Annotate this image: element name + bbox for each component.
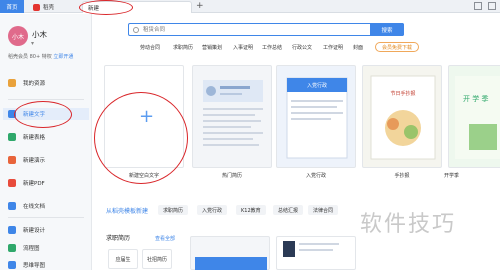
title-bar: 首页 稻壳 新建 + — [0, 0, 500, 13]
presentation-icon — [8, 156, 16, 164]
search-button[interactable]: 搜索 — [370, 23, 404, 36]
chevron-down-icon[interactable]: ▾ — [31, 40, 34, 47]
watermark: 软件技巧 — [360, 212, 457, 237]
category-link[interactable]: 劳动合同 — [140, 44, 160, 51]
blank-document-card[interactable]: + — [104, 65, 184, 168]
sidebar-item-online-doc[interactable]: 在线文档 — [8, 200, 45, 212]
plus-icon: + — [139, 106, 155, 127]
template-card-handwritten[interactable]: 节日手抄报 — [362, 65, 442, 168]
resume-section-title: 求职简历 — [106, 235, 131, 242]
party-thumbnail-title: 入党行政 — [306, 83, 327, 89]
resume-filter-item[interactable]: 社招简历 — [142, 249, 172, 269]
template-chip[interactable]: 入党行政 — [197, 205, 228, 215]
writer-icon — [8, 110, 16, 118]
school-thumbnail — [455, 76, 500, 159]
card-label: 手抄报 — [394, 173, 410, 179]
sidebar-item-new-presentation[interactable]: 新建演示 — [8, 154, 45, 166]
resume-thumbnail — [195, 257, 267, 270]
view-all-link[interactable]: 查看全部 — [155, 235, 175, 242]
template-card-resume[interactable] — [192, 65, 272, 168]
tab-new[interactable]: 新建 — [82, 1, 192, 13]
maximize-icon[interactable] — [488, 2, 496, 10]
sidebar: 小木 小木 ▾ 稻壳会员 80+ 特权 立即开通 我的资源 新建文字 新建表格 … — [0, 14, 92, 270]
member-open-link[interactable]: 立即开通 — [53, 54, 73, 60]
tab-daoke[interactable]: 稻壳 — [28, 1, 78, 13]
template-chip[interactable]: 求职简历 — [158, 205, 189, 215]
mindmap-icon — [8, 261, 16, 269]
spreadsheet-icon — [8, 133, 16, 141]
card-label: 热门简历 — [221, 173, 242, 179]
template-chip[interactable]: K12教育 — [236, 205, 266, 215]
member-banner: 稻壳会员 80+ 特权 立即开通 — [8, 53, 73, 60]
sidebar-item-mindmap[interactable]: 思维导图 — [8, 259, 45, 270]
sidebar-item-label: 新建设计 — [23, 228, 46, 234]
sidebar-item-label: 新建演示 — [23, 158, 46, 164]
sidebar-item-label: 流程图 — [23, 246, 40, 252]
sidebar-item-new-writer[interactable]: 新建文字 — [3, 108, 89, 120]
card-label: 新建空白文字 — [128, 173, 159, 179]
sidebar-item-label: 新建PDF — [23, 181, 45, 187]
design-icon — [8, 226, 16, 234]
resume-filter-item[interactable]: 应届生 — [108, 249, 138, 269]
sidebar-item-label: 新建文字 — [23, 112, 46, 118]
sidebar-item-label: 新建表格 — [23, 135, 46, 141]
pdf-icon — [8, 179, 16, 187]
avatar[interactable]: 小木 — [8, 26, 28, 46]
search-input[interactable] — [143, 26, 343, 34]
tab-daoke-label: 稻壳 — [43, 5, 55, 11]
cloud-doc-icon — [8, 202, 16, 210]
sidebar-item-new-pdf[interactable]: 新建PDF — [8, 177, 45, 189]
resume-thumbnail — [283, 241, 339, 257]
sidebar-item-label: 思维导图 — [23, 263, 46, 269]
school-thumbnail-title: 开 学 季 — [463, 95, 489, 103]
divider — [8, 217, 84, 218]
handwritten-thumbnail — [370, 75, 436, 160]
template-card-resume-2[interactable] — [190, 236, 270, 270]
template-card-school[interactable]: 开 学 季 — [448, 65, 500, 168]
category-link[interactable]: 工作总结 — [262, 44, 282, 51]
sidebar-item-label: 我的资源 — [23, 81, 46, 87]
flowchart-icon — [8, 244, 16, 252]
sidebar-item-new-design[interactable]: 新建设计 — [8, 224, 45, 236]
new-tab-button[interactable]: + — [196, 1, 204, 12]
layout-icon[interactable] — [474, 2, 482, 10]
handwritten-thumbnail-title: 节日手抄报 — [390, 91, 416, 97]
divider — [8, 99, 84, 100]
category-link[interactable]: 营销策划 — [202, 44, 222, 51]
daoke-logo-icon — [33, 3, 40, 11]
category-link[interactable]: 求职简历 — [173, 44, 193, 51]
template-chip[interactable]: 法律合同 — [308, 205, 339, 215]
category-link[interactable]: 封面 — [353, 44, 363, 51]
category-link[interactable]: 行政公文 — [292, 44, 312, 51]
sidebar-item-flowchart[interactable]: 流程图 — [8, 242, 40, 254]
tab-new-label: 新建 — [88, 5, 100, 12]
folder-icon — [8, 79, 16, 87]
search-box — [128, 23, 404, 36]
template-chip[interactable]: 总结汇报 — [273, 205, 304, 215]
user-name[interactable]: 小木 — [32, 29, 47, 40]
card-label: 入党行政 — [305, 173, 326, 179]
resume-thumbnail — [203, 80, 263, 146]
sidebar-item-my-resources[interactable]: 我的资源 — [8, 77, 45, 89]
search-icon — [133, 27, 139, 33]
category-link[interactable]: 工作证明 — [323, 44, 343, 51]
template-card-party[interactable]: 入党行政 — [276, 65, 356, 168]
home-tab[interactable]: 首页 — [0, 0, 24, 13]
from-templates-label: 从稻壳模板新建 — [106, 208, 149, 215]
sidebar-item-new-sheet[interactable]: 新建表格 — [8, 131, 45, 143]
category-link[interactable]: 入事证明 — [233, 44, 253, 51]
sidebar-item-label: 在线文档 — [23, 204, 46, 210]
member-text: 稻壳会员 80+ 特权 — [8, 54, 52, 60]
vip-free-download-button[interactable]: 会员免费下载 — [375, 42, 419, 52]
card-label: 开学季 — [444, 173, 460, 179]
template-card-resume-3[interactable] — [276, 236, 356, 270]
window-controls — [474, 2, 496, 10]
